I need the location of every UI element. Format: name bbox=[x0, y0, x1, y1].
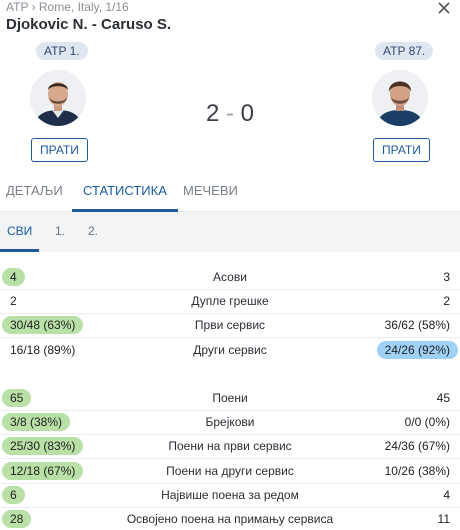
score-separator: - bbox=[226, 100, 234, 127]
stat-row: 12/18 (67%) Поени на други сервис 10/26 … bbox=[0, 459, 460, 484]
subtab-all[interactable]: СВИ bbox=[0, 212, 40, 252]
period-tabs: СВИ 1. 2. bbox=[0, 212, 460, 252]
tab-matches[interactable]: МЕЧЕВИ bbox=[183, 172, 238, 212]
stat-label: Највише поена за редом bbox=[161, 488, 299, 502]
follow-home-button[interactable]: ПРАТИ bbox=[31, 138, 88, 162]
match-title: Djokovic N. - Caruso S. bbox=[6, 16, 172, 33]
stat-row: 30/48 (63%) Први сервис 36/62 (58%) bbox=[0, 313, 460, 338]
stat-label: Асови bbox=[213, 270, 247, 284]
stat-away-value: 36/62 (58%) bbox=[384, 318, 450, 332]
home-score: 2 bbox=[205, 100, 220, 127]
stat-row: 4 Асови 3 bbox=[0, 265, 460, 290]
stat-away-value: 2 bbox=[443, 294, 450, 308]
stat-away-value: 11 bbox=[437, 512, 450, 526]
stat-row: 16/18 (89%) Други сервис 24/26 (92%) bbox=[0, 338, 460, 362]
stat-away-value: 24/26 (92%) bbox=[376, 341, 458, 359]
stat-away-value: 0/0 (0%) bbox=[404, 415, 450, 429]
stat-row: 25/30 (83%) Поени на први сервис 24/36 (… bbox=[0, 434, 460, 459]
stat-away-value: 3 bbox=[443, 270, 450, 284]
stat-row: 28 Освојено поена на примању сервиса 11 bbox=[0, 507, 460, 530]
away-player-avatar[interactable] bbox=[372, 70, 428, 126]
subtab-set-2[interactable]: 2. bbox=[88, 212, 98, 252]
away-rank-badge: ATP 87. bbox=[375, 42, 434, 60]
subtab-set-1[interactable]: 1. bbox=[55, 212, 65, 252]
stat-away-value: 24/36 (67%) bbox=[384, 439, 450, 453]
home-rank-badge: ATP 1. bbox=[36, 42, 88, 60]
stat-label: Брејкови bbox=[205, 415, 255, 429]
stat-row: 3/8 (38%) Брејкови 0/0 (0%) bbox=[0, 410, 460, 435]
tab-details[interactable]: ДЕТАЉИ bbox=[6, 172, 63, 212]
stat-away-value: 4 bbox=[443, 488, 450, 502]
stat-row: 6 Највише поена за редом 4 bbox=[0, 483, 460, 508]
close-icon[interactable] bbox=[436, 0, 452, 16]
away-score: 0 bbox=[240, 100, 255, 127]
tab-statistics[interactable]: СТАТИСТИКА bbox=[72, 172, 178, 212]
stat-label: Дупле грешке bbox=[191, 294, 269, 308]
follow-away-button[interactable]: ПРАТИ bbox=[373, 138, 430, 162]
stat-row: 2 Дупле грешке 2 bbox=[0, 289, 460, 314]
breadcrumb[interactable]: ATP › Rome, Italy, 1/16 bbox=[6, 0, 129, 14]
stat-row: 65 Поени 45 bbox=[0, 386, 460, 411]
stat-away-value: 10/26 (38%) bbox=[384, 464, 450, 478]
stat-away-value: 45 bbox=[436, 391, 450, 405]
match-tabs: ДЕТАЉИ СТАТИСТИКА МЕЧЕВИ bbox=[0, 172, 460, 212]
stat-label: Поени bbox=[212, 391, 248, 405]
stat-label: Освојено поена на примању сервиса bbox=[126, 512, 334, 526]
